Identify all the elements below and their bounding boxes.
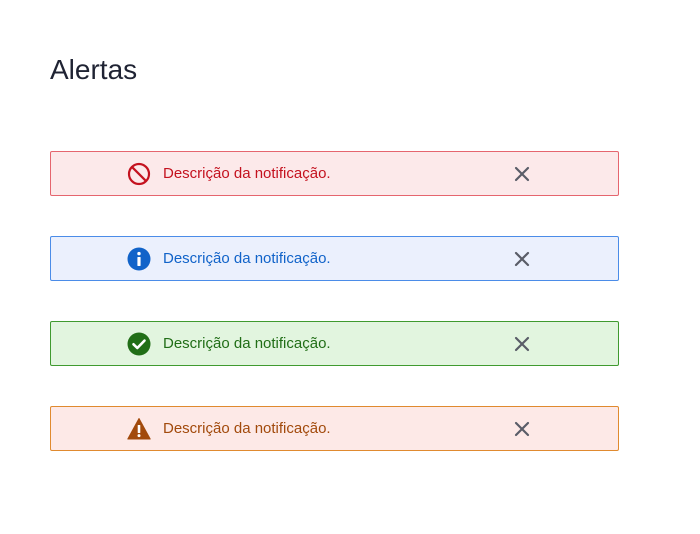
close-icon (514, 166, 530, 182)
alert-warning: Descrição da notificação. (50, 406, 619, 451)
alert-message: Descrição da notificação. (163, 165, 331, 182)
close-button[interactable] (511, 333, 533, 355)
close-icon (514, 251, 530, 267)
alert-message: Descrição da notificação. (163, 420, 331, 437)
alert-message: Descrição da notificação. (163, 335, 331, 352)
close-button[interactable] (511, 418, 533, 440)
prohibited-icon (127, 162, 151, 186)
close-button[interactable] (511, 163, 533, 185)
alert-message: Descrição da notificação. (163, 250, 331, 267)
alert-info: Descrição da notificação. (50, 236, 619, 281)
alert-success: Descrição da notificação. (50, 321, 619, 366)
checkmark-circle-icon (127, 332, 151, 356)
close-icon (514, 421, 530, 437)
close-icon (514, 336, 530, 352)
warning-triangle-icon (127, 417, 151, 441)
close-button[interactable] (511, 248, 533, 270)
page-title: Alertas (50, 54, 138, 85)
alert-error: Descrição da notificação. (50, 151, 619, 196)
info-icon (127, 247, 151, 271)
